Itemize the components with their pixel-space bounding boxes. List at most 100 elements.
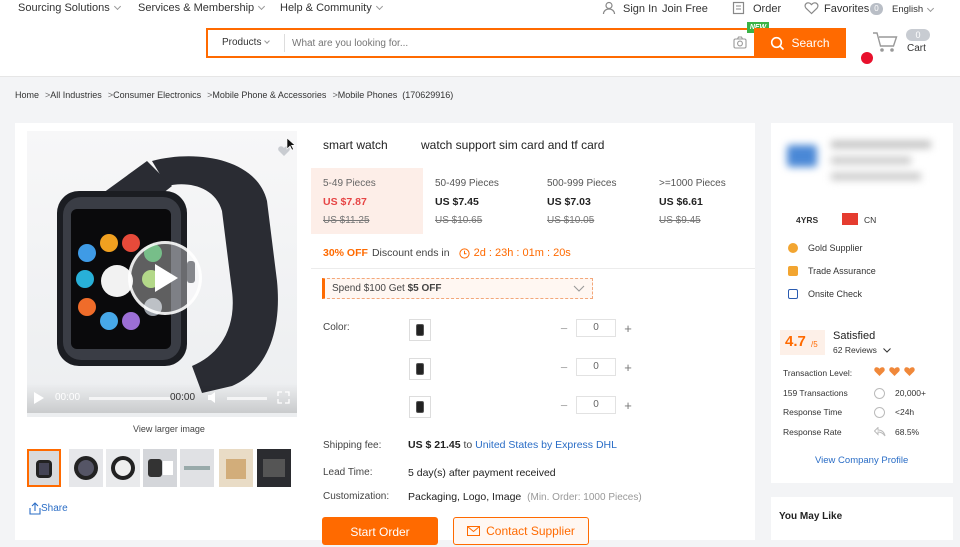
rating-box: 4.7 /5 — [780, 330, 825, 355]
breadcrumb-consumer-electronics[interactable]: Consumer Electronics — [113, 90, 201, 100]
clock-icon — [458, 247, 470, 259]
thumbnail-7[interactable] — [257, 449, 291, 487]
nav-sourcing-solutions[interactable]: Sourcing Solutions — [18, 2, 121, 14]
color-swatch-3[interactable] — [409, 396, 431, 418]
heart-icon — [804, 2, 819, 15]
customization-label: Customization: — [323, 491, 390, 502]
price-tier-qty: >=1000 Pieces — [659, 178, 726, 189]
transaction-level-hearts-icon — [874, 367, 915, 376]
mouse-cursor-icon — [286, 137, 296, 151]
quantity-input[interactable]: 0 — [576, 319, 616, 337]
language-selector[interactable]: English — [892, 4, 935, 15]
contact-supplier-button[interactable]: Contact Supplier — [453, 517, 589, 545]
cart-notification-dot — [861, 52, 873, 64]
quantity-input[interactable]: 0 — [576, 358, 616, 376]
chevron-down-icon — [573, 285, 585, 292]
join-free-link[interactable]: Join Free — [662, 3, 708, 15]
decrement-button[interactable]: − — [557, 321, 571, 336]
increment-button[interactable]: + — [621, 360, 635, 375]
search-category-label: Products — [222, 37, 262, 48]
transaction-level-label: Transaction Level: — [783, 368, 853, 378]
transactions-value: 20,000+ — [895, 388, 926, 398]
cart-label[interactable]: Cart — [907, 43, 926, 54]
thumbnail-5[interactable] — [180, 449, 214, 487]
price-tier-qty: 5-49 Pieces — [323, 178, 376, 189]
price-tier-4: >=1000 Pieces US $6.61 US $9.45 — [647, 168, 759, 234]
color-swatch-1[interactable] — [409, 319, 431, 341]
response-time-label: Response Time — [783, 407, 843, 417]
dollar-icon — [874, 388, 885, 399]
fullscreen-icon[interactable] — [277, 391, 290, 404]
search-category-select[interactable]: Products — [222, 37, 271, 48]
breadcrumb: Home > All Industries > Consumer Electroni… — [15, 90, 453, 100]
camera-icon[interactable] — [733, 36, 747, 49]
reviews-link[interactable]: 62 Reviews — [833, 345, 891, 355]
coupon-banner[interactable]: Spend $100 Get $5 OFF — [322, 278, 593, 299]
decrement-button[interactable]: − — [557, 398, 571, 413]
search-button[interactable]: Search — [754, 28, 846, 58]
shipping-method-link[interactable]: United States by Express DHL — [475, 439, 617, 451]
share-link[interactable]: Share — [41, 503, 68, 514]
view-larger-image-link[interactable]: View larger image — [133, 424, 205, 434]
breadcrumb-mobile-phone-accessories[interactable]: Mobile Phone & Accessories — [212, 90, 326, 100]
customization-info: Packaging, Logo, Image (Min. Order: 1000… — [408, 491, 642, 503]
watch-swatch-icon — [416, 363, 424, 375]
trade-assurance-icon — [788, 266, 798, 276]
thumbnail-1[interactable] — [27, 449, 61, 487]
satisfaction-label: Satisfied — [833, 330, 876, 342]
shipping-to: to — [463, 439, 473, 451]
reply-icon — [874, 427, 886, 437]
sign-in-link[interactable]: Sign In — [623, 3, 657, 15]
divider — [284, 34, 285, 52]
shipping-price: US $ 21.45 — [408, 439, 461, 451]
play-button[interactable] — [128, 241, 202, 315]
favorites-link[interactable]: Favorites — [824, 3, 869, 15]
volume-slider[interactable] — [227, 397, 267, 400]
nav-help-community[interactable]: Help & Community — [280, 2, 383, 14]
shipping-info: US $ 21.45 to United States by Express D… — [408, 439, 617, 451]
price-tier-qty: 50-499 Pieces — [435, 178, 499, 189]
order-link[interactable]: Order — [753, 3, 781, 15]
badge-gold-supplier[interactable]: Gold Supplier — [808, 243, 863, 253]
thumbnail-3[interactable] — [106, 449, 140, 487]
thumbnail-6[interactable] — [219, 449, 253, 487]
thumbnail-2[interactable] — [69, 449, 103, 487]
thumbnail-4[interactable] — [143, 449, 177, 487]
breadcrumb-home[interactable]: Home — [15, 90, 39, 100]
search-input[interactable] — [292, 33, 722, 53]
rating-max: /5 — [811, 340, 818, 349]
nav-services-membership[interactable]: Services & Membership — [138, 2, 266, 14]
chevron-down-icon — [927, 4, 935, 12]
user-icon — [602, 1, 616, 15]
view-company-profile-link[interactable]: View Company Profile — [815, 455, 908, 466]
price-tier-price: US $6.61 — [659, 196, 703, 208]
decrement-button[interactable]: − — [557, 360, 571, 375]
volume-icon[interactable] — [207, 391, 221, 404]
package-thumb-icon — [263, 459, 285, 477]
play-small-icon[interactable] — [33, 391, 45, 405]
increment-button[interactable]: + — [621, 321, 635, 336]
start-order-button[interactable]: Start Order — [322, 517, 438, 545]
badge-onsite-check[interactable]: Onsite Check — [808, 289, 862, 299]
color-swatch-2[interactable] — [409, 358, 431, 380]
product-video[interactable]: 00:00 00:00 — [27, 131, 297, 417]
you-may-like-panel: You May Like — [771, 497, 953, 540]
accessory-thumb-icon — [184, 466, 210, 470]
video-time-total: 00:00 — [170, 392, 196, 403]
increment-button[interactable]: + — [621, 398, 635, 413]
response-time-value: <24h — [895, 407, 915, 417]
breadcrumb-all-industries[interactable]: All Industries — [50, 90, 102, 100]
share-icon — [29, 502, 41, 515]
breadcrumb-mobile-phones[interactable]: Mobile Phones — [338, 90, 398, 100]
shipping-label: Shipping fee: — [323, 440, 382, 451]
price-tier-price: US $7.87 — [323, 196, 367, 208]
search-button-label: Search — [791, 36, 830, 50]
cart-icon[interactable] — [871, 30, 899, 54]
supplier-country: CN — [864, 215, 877, 225]
badge-trade-assurance[interactable]: Trade Assurance — [808, 266, 876, 276]
customization-min-order: (Min. Order: 1000 Pieces) — [527, 492, 642, 503]
video-progress-bar[interactable] — [89, 397, 171, 400]
price-tier-old-price: US $10.05 — [547, 215, 595, 226]
quantity-input[interactable]: 0 — [576, 396, 616, 414]
divider — [311, 268, 755, 269]
